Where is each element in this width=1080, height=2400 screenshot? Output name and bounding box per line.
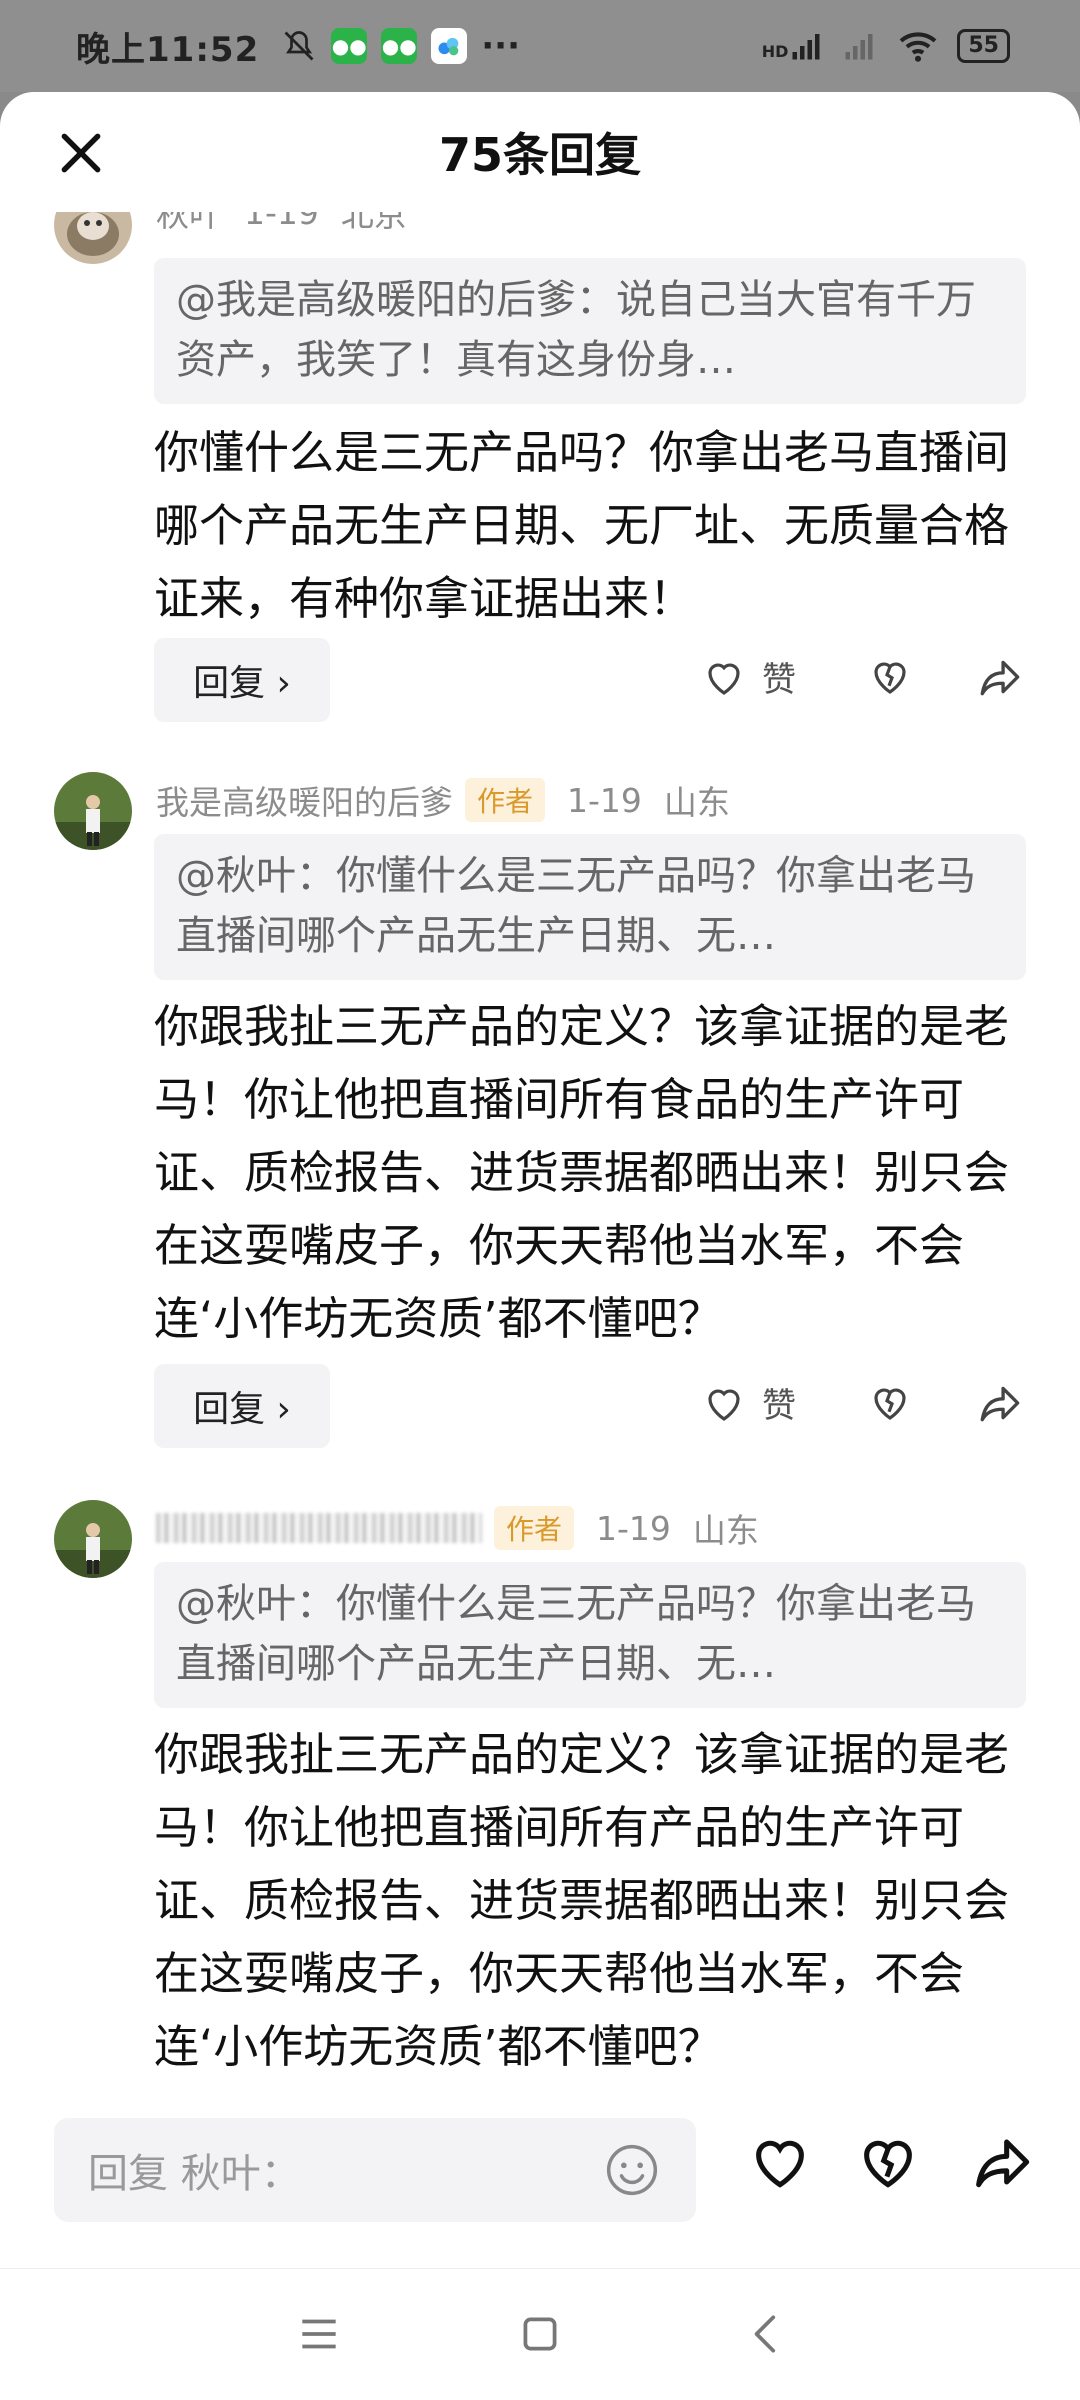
comment-meta: 我是高级暖阳的后爹 作者 1-19 山东 xyxy=(156,776,730,824)
cloud-app-icon xyxy=(431,28,468,64)
status-time: 晚上11:52 xyxy=(76,29,260,70)
reply-input[interactable]: 回复 秋叶： xyxy=(54,2118,696,2222)
comment-date: 1-19 xyxy=(567,780,642,820)
quoted-reply[interactable]: @秋叶：你懂什么是三无产品吗？你拿出老马直播间哪个产品无生产日期、无… xyxy=(154,1562,1026,1708)
avatar[interactable] xyxy=(54,772,132,850)
comment-meta: 秋叶 1-19 北京 xyxy=(156,212,407,236)
comment-text: 你懂什么是三无产品吗？你拿出老马直播间哪个产品无生产日期、无厂址、无质量合格证来… xyxy=(154,426,1010,625)
broken-heart-icon[interactable] xyxy=(856,2130,920,2194)
username-blurred[interactable] xyxy=(156,1513,482,1543)
comment-actions: 回复 › 赞 xyxy=(154,1364,1024,1448)
wechat-icon: ●● xyxy=(381,28,418,64)
avatar[interactable] xyxy=(54,212,132,264)
back-icon[interactable] xyxy=(742,2309,792,2359)
sheet-header: 75条回复 xyxy=(0,92,1080,212)
username[interactable]: 秋叶 xyxy=(156,212,222,236)
status-notification-icons: ●● ●● ··· xyxy=(281,26,520,66)
reply-bar: 回复 秋叶： xyxy=(0,2090,1080,2240)
comment-date: 1-19 xyxy=(244,212,319,232)
signal-weak-icon xyxy=(845,34,873,60)
wifi-icon xyxy=(900,32,937,62)
share-icon[interactable] xyxy=(976,652,1026,702)
comment-text: 你跟我扯三无产品的定义？该拿证据的是老马！你让他把直播间所有产品的生产许可证、质… xyxy=(154,1728,1010,2073)
heart-icon xyxy=(708,663,740,695)
author-badge: 作者 xyxy=(465,778,546,822)
username[interactable]: 我是高级暖阳的后爹 xyxy=(156,776,453,824)
comment-location: 北京 xyxy=(340,212,407,234)
avatar[interactable] xyxy=(54,1500,132,1578)
comment-meta: 作者 1-19 山东 xyxy=(156,1504,759,1552)
status-bar: 晚上11:52 ●● ●● ··· HD 55 xyxy=(0,0,1080,92)
status-right: HD 55 xyxy=(762,29,1010,63)
mute-bell-icon xyxy=(284,31,314,61)
like-label: 赞 xyxy=(762,1386,796,1426)
share-icon[interactable] xyxy=(976,1378,1026,1428)
page-title: 75条回复 xyxy=(438,128,641,182)
menu-icon[interactable] xyxy=(294,2309,344,2359)
heart-icon[interactable] xyxy=(748,2130,812,2194)
quoted-reply[interactable]: @我是高级暖阳的后爹：说自己当大官有千万资产，我笑了！真有这身份身… xyxy=(154,258,1026,404)
like-button[interactable]: 赞 xyxy=(700,1378,796,1427)
system-nav-bar xyxy=(0,2268,1080,2400)
quoted-reply[interactable]: @秋叶：你懂什么是三无产品吗？你拿出老马直播间哪个产品无生产日期、无… xyxy=(154,834,1026,980)
share-icon[interactable] xyxy=(972,2130,1036,2194)
reply-button[interactable]: 回复 › xyxy=(154,638,330,722)
emoji-icon[interactable] xyxy=(604,2142,660,2198)
like-label: 赞 xyxy=(762,660,796,700)
heart-icon xyxy=(708,1389,740,1421)
signal-hd-icon: HD xyxy=(762,31,822,61)
reply-list[interactable]: 秋叶 1-19 北京 @我是高级暖阳的后爹：说自己当大官有千万资产，我笑了！真有… xyxy=(0,212,1080,2202)
comment-location: 山东 xyxy=(663,783,730,822)
battery-indicator: 55 xyxy=(957,29,1010,63)
home-icon[interactable] xyxy=(515,2309,565,2359)
comment-actions: 回复 › 赞 xyxy=(154,638,1024,722)
replies-sheet: 75条回复 秋叶 1-19 北京 @我是高级暖阳的后爹：说自己当大官有千万资产，… xyxy=(0,92,1080,2400)
broken-heart-icon[interactable] xyxy=(866,652,914,700)
comment-date: 1-19 xyxy=(596,1508,671,1548)
reply-button[interactable]: 回复 › xyxy=(154,1364,330,1448)
reply-placeholder: 回复 秋叶： xyxy=(88,2151,301,2197)
author-badge: 作者 xyxy=(494,1506,575,1550)
comment-location: 山东 xyxy=(692,1511,759,1550)
more-notifications: ··· xyxy=(481,26,520,66)
comment-text: 你跟我扯三无产品的定义？该拿证据的是老马！你让他把直播间所有食品的生产许可证、质… xyxy=(154,1000,1010,1345)
wechat-icon: ●● xyxy=(331,28,368,64)
broken-heart-icon[interactable] xyxy=(866,1378,914,1426)
close-icon[interactable] xyxy=(56,128,106,178)
like-button[interactable]: 赞 xyxy=(700,652,796,701)
